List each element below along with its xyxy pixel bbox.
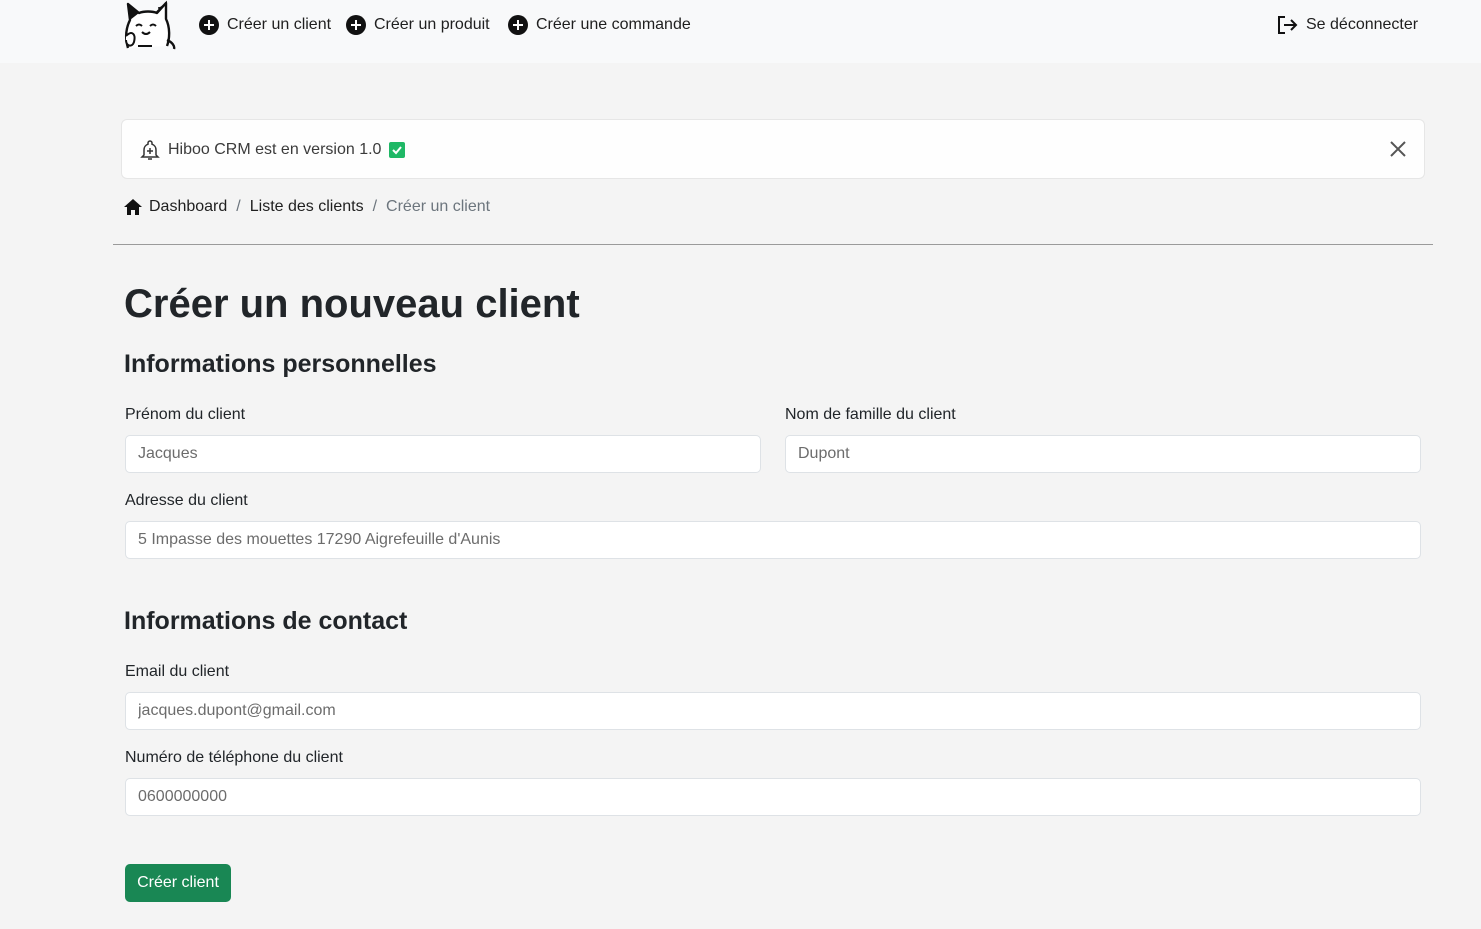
section-personal-title: Informations personnelles [124, 350, 437, 378]
bell-plus-icon [140, 140, 160, 160]
email-input[interactable] [125, 692, 1421, 730]
last-name-label: Nom de famille du client [785, 406, 956, 423]
first-name-label: Prénom du client [125, 406, 246, 423]
plus-circle-icon [508, 15, 528, 35]
divider [113, 244, 1433, 245]
first-name-input[interactable] [125, 435, 761, 473]
breadcrumb-clients-list[interactable]: Liste des clients [250, 198, 364, 216]
create-client-button[interactable]: Créer client [125, 864, 231, 902]
logout-link[interactable]: Se déconnecter [1276, 14, 1418, 36]
check-square-icon [389, 142, 406, 158]
last-name-input[interactable] [785, 435, 1421, 473]
page-title: Créer un nouveau client [124, 282, 580, 326]
plus-circle-icon [346, 15, 366, 35]
breadcrumb-separator: / [236, 198, 241, 215]
phone-input[interactable] [125, 778, 1421, 816]
plus-circle-icon [199, 15, 219, 35]
email-label: Email du client [125, 663, 230, 680]
nav-create-product[interactable]: Créer un produit [346, 14, 490, 36]
logout-icon [1278, 16, 1298, 34]
breadcrumb: Dashboard / Liste des clients / Créer un… [123, 198, 490, 216]
nav-create-client-label: Créer un client [227, 16, 332, 33]
alert-content: Hiboo CRM est en version 1.0 [140, 139, 406, 161]
nav-create-client[interactable]: Créer un client [199, 14, 331, 36]
breadcrumb-current: Créer un client [386, 198, 491, 215]
version-alert: Hiboo CRM est en version 1.0 [121, 119, 1425, 179]
close-icon[interactable] [1386, 137, 1410, 161]
home-icon[interactable] [123, 198, 143, 216]
nav-create-order[interactable]: Créer une commande [508, 14, 691, 36]
breadcrumb-separator: / [372, 198, 378, 215]
address-label: Adresse du client [125, 492, 248, 509]
alert-message: Hiboo CRM est en version 1.0 [168, 141, 382, 158]
cat-logo-icon[interactable] [122, 0, 176, 50]
phone-label: Numéro de téléphone du client [125, 749, 343, 766]
nav-create-product-label: Créer un produit [374, 16, 490, 33]
section-contact-title: Informations de contact [124, 607, 408, 635]
address-input[interactable] [125, 521, 1421, 559]
nav-create-order-label: Créer une commande [536, 16, 691, 33]
top-navbar: Créer un client Créer un produit Créer u… [0, 0, 1481, 63]
breadcrumb-dashboard[interactable]: Dashboard [149, 198, 227, 216]
logout-label: Se déconnecter [1306, 16, 1419, 33]
